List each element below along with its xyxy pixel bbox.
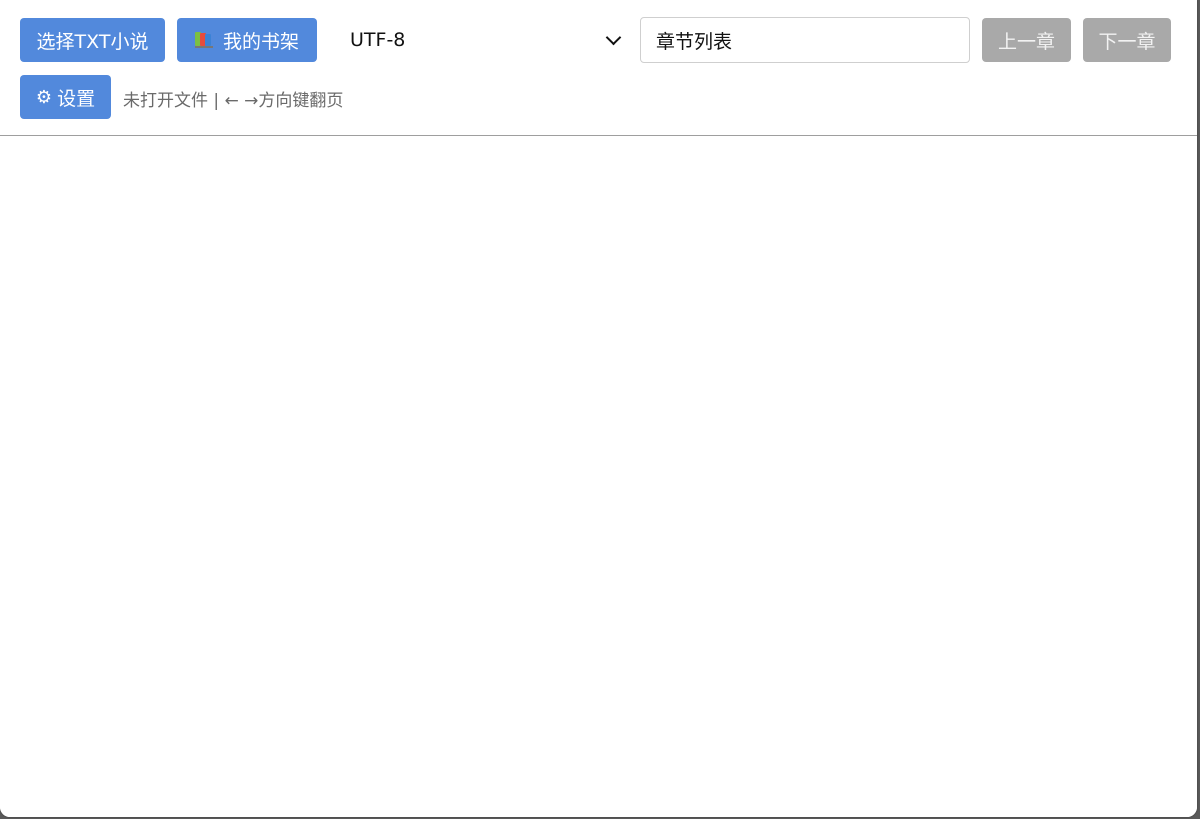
chapter-list-placeholder: 章节列表 bbox=[656, 30, 733, 53]
open-txt-label: 选择TXT小说 bbox=[36, 30, 149, 53]
next-chapter-button[interactable]: 下一章 bbox=[1083, 18, 1171, 62]
bookshelf-button[interactable]: 我的书架 bbox=[177, 18, 317, 62]
settings-button[interactable]: ⚙ 设置 bbox=[20, 75, 111, 119]
status-text: 未打开文件 | ← →方向键翻页 bbox=[123, 91, 344, 111]
encoding-value: UTF-8 bbox=[350, 29, 406, 51]
gear-icon: ⚙ bbox=[35, 86, 53, 108]
reader-window: 选择TXT小说 我的书架 UTF-8 章节列表 上一章 下一章 ⚙ 设置 未打开… bbox=[0, 0, 1197, 817]
settings-label: 设置 bbox=[57, 87, 96, 110]
open-txt-button[interactable]: 选择TXT小说 bbox=[20, 18, 165, 62]
prev-chapter-button[interactable]: 上一章 bbox=[982, 18, 1071, 62]
encoding-select[interactable]: UTF-8 bbox=[336, 20, 628, 60]
chapter-list-select[interactable]: 章节列表 bbox=[640, 17, 970, 63]
prev-chapter-label: 上一章 bbox=[997, 30, 1055, 53]
toolbar: 选择TXT小说 我的书架 UTF-8 章节列表 上一章 下一章 ⚙ 设置 未打开… bbox=[0, 0, 1197, 136]
books-icon bbox=[194, 32, 213, 48]
next-chapter-label: 下一章 bbox=[1098, 30, 1156, 53]
chevron-down-icon bbox=[605, 29, 622, 45]
bookshelf-label: 我的书架 bbox=[222, 30, 299, 53]
reading-area[interactable] bbox=[0, 136, 1197, 817]
